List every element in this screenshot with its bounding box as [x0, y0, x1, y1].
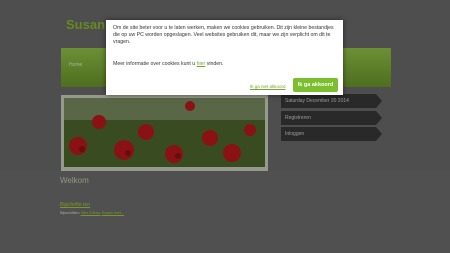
- cookie-info-suffix: vinden.: [206, 61, 224, 67]
- cookie-consent-dialog: Om de site beter voor u te laten werken,…: [106, 20, 343, 95]
- page: Susan Home Saturday December 20 2014 Reg…: [0, 0, 450, 253]
- cookie-info-link[interactable]: hier: [197, 61, 206, 67]
- accept-button[interactable]: Ik ga akkoord: [293, 78, 338, 92]
- decline-button[interactable]: Ik ga niet akkoord: [250, 84, 286, 89]
- cookie-info-text: Meer informatie over cookies kunt u hier…: [113, 61, 336, 68]
- cookie-consent-text: Om de site beter voor u te laten werken,…: [113, 25, 334, 46]
- cookie-info-prefix: Meer informatie over cookies kunt u: [113, 61, 196, 67]
